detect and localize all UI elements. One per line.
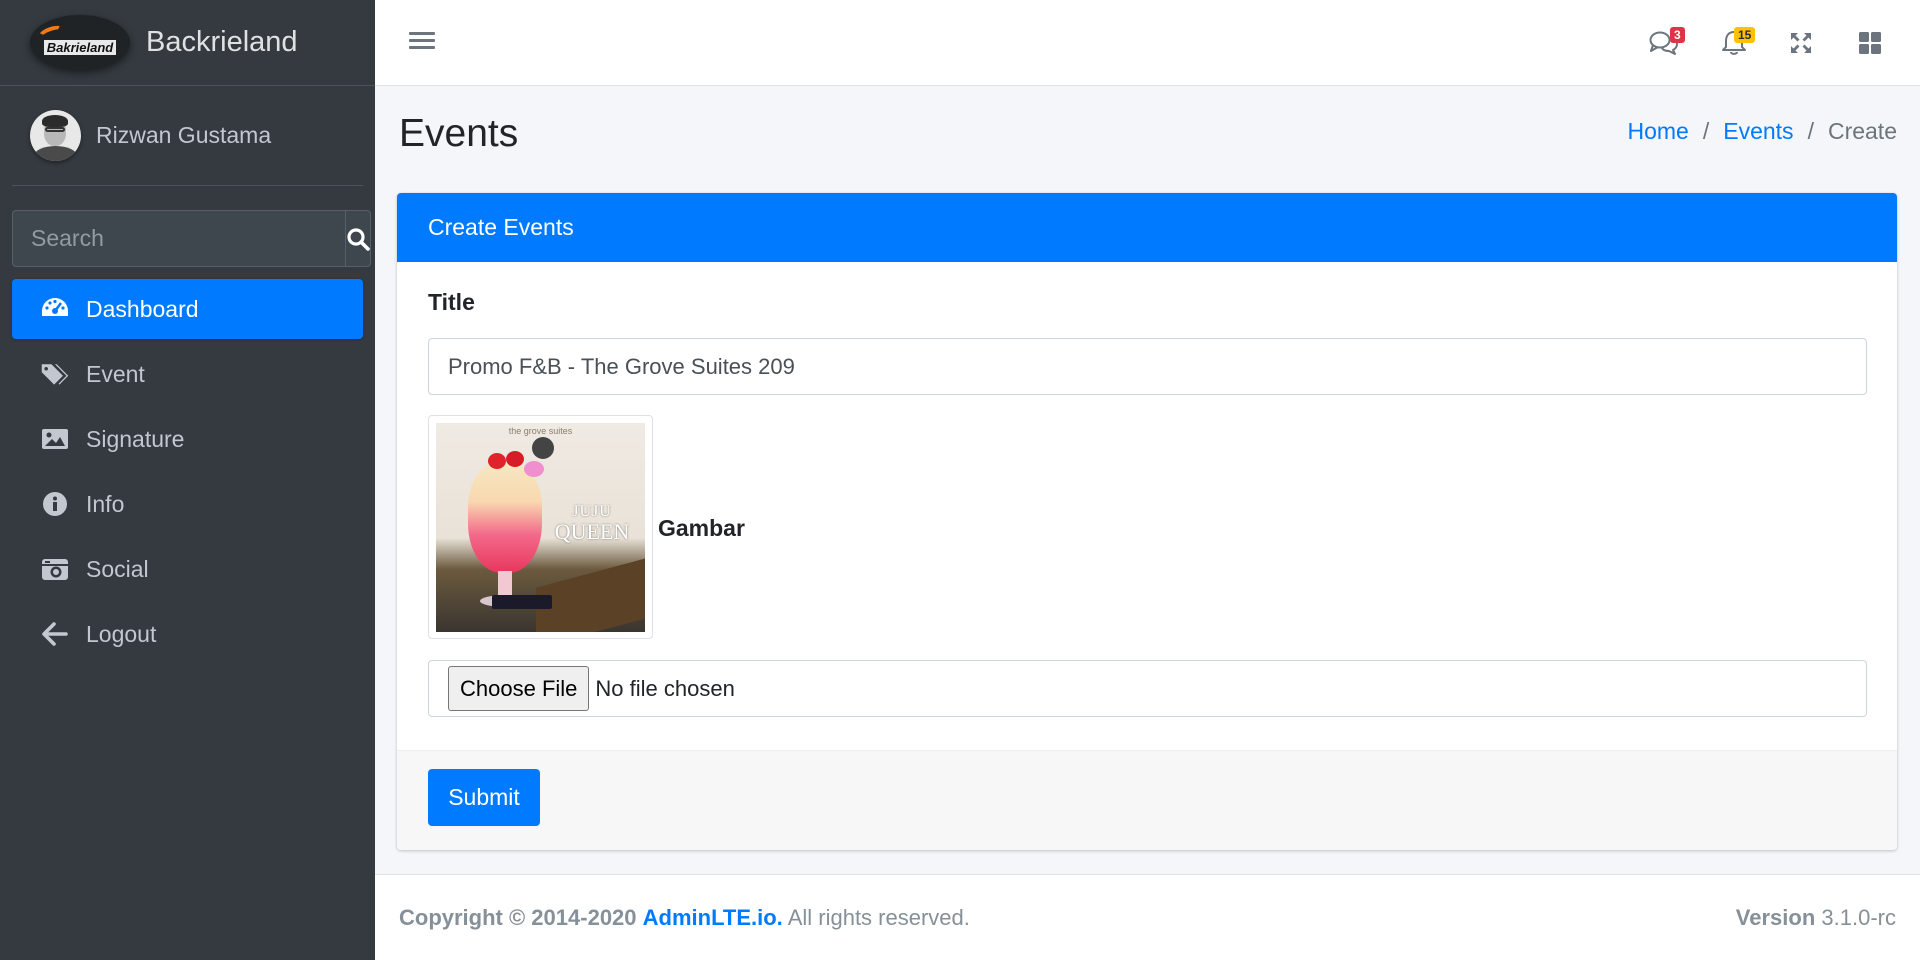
sidebar-item-label: Social [86, 555, 149, 582]
expand-arrows-icon [1791, 33, 1811, 53]
choose-file-button[interactable]: Choose File [448, 666, 590, 711]
breadcrumb: Home / Events / Create [1627, 118, 1897, 145]
breadcrumb-events[interactable]: Events [1723, 118, 1793, 145]
copyright-prefix: Copyright © 2014-2020 [399, 905, 637, 930]
search-button[interactable] [345, 210, 371, 267]
version-info: Version 3.1.0-rc [1736, 905, 1896, 931]
tags-icon [40, 359, 70, 389]
breadcrumb-separator: / [1807, 118, 1814, 144]
main-footer: Copyright © 2014-2020 AdminLTE.io. All r… [375, 874, 1920, 960]
menu-toggle-icon[interactable] [409, 28, 435, 54]
camera-retro-icon [40, 554, 70, 584]
brand-link[interactable]: Bakrieland Backrieland [0, 0, 375, 86]
sidebar-item-label: Info [86, 490, 125, 517]
title-input[interactable] [428, 338, 1867, 395]
breadcrumb-separator: / [1702, 118, 1710, 144]
notifications-badge: 15 [1734, 27, 1756, 43]
image-icon [40, 424, 70, 454]
submit-button[interactable]: Submit [428, 769, 540, 826]
logo-text: Bakrieland [43, 40, 117, 55]
image-text-line2: QUEEN [554, 519, 630, 544]
sidebar-item-logout[interactable]: Logout [12, 604, 363, 664]
breadcrumb-home[interactable]: Home [1627, 118, 1688, 145]
fullscreen-button[interactable] [1781, 24, 1821, 62]
image-brand-text: the grove suites [508, 426, 573, 436]
file-input[interactable]: Choose File No file chosen [428, 660, 1867, 717]
sidebar-item-label: Dashboard [86, 295, 199, 322]
messages-badge: 3 [1670, 27, 1685, 43]
arrow-left-icon [40, 619, 70, 649]
messages-button[interactable]: 3 [1644, 24, 1685, 62]
user-panel[interactable]: Rizwan Gustama [12, 86, 363, 186]
th-large-icon [1859, 32, 1881, 54]
content-header: Events Home / Events / Create [399, 104, 1897, 164]
user-name[interactable]: Rizwan Gustama [96, 122, 271, 149]
avatar [30, 110, 81, 161]
image-preview: the grove suites JUJU QUEEN [428, 415, 653, 639]
breadcrumb-current: Create [1827, 118, 1897, 144]
brand-logo: Bakrieland [30, 15, 130, 70]
card-header: Create Events [397, 193, 1897, 262]
sidebar-item-info[interactable]: Info [12, 474, 363, 534]
sidebar-nav: Dashboard Event Signature Info Social Lo… [12, 279, 363, 664]
copyright: Copyright © 2014-2020 AdminLTE.io. All r… [399, 905, 970, 931]
sidebar-search [12, 210, 371, 267]
sidebar-item-signature[interactable]: Signature [12, 409, 363, 469]
sidebar-item-label: Event [86, 360, 145, 387]
create-events-card: Create Events Title the grove suites JUJ… [397, 193, 1897, 850]
tachometer-icon [40, 294, 70, 324]
event-image: the grove suites JUJU QUEEN [436, 423, 645, 632]
adminlte-link[interactable]: AdminLTE.io. [643, 905, 783, 930]
notifications-button[interactable]: 15 [1714, 24, 1756, 62]
sidebar-item-dashboard[interactable]: Dashboard [12, 279, 363, 339]
version-value: 3.1.0-rc [1821, 905, 1896, 930]
info-circle-icon [40, 489, 70, 519]
sidebar-item-label: Logout [86, 620, 157, 647]
card-body: Title the grove suites JUJU QUEEN Gambar… [397, 262, 1897, 750]
search-icon [347, 227, 370, 251]
version-label: Version [1735, 905, 1816, 930]
main-sidebar: Bakrieland Backrieland Rizwan Gustama Se… [0, 0, 375, 960]
brand-name: Backrieland [146, 26, 298, 58]
card-title: Create Events [428, 214, 574, 240]
top-navbar: 3 15 [375, 0, 1920, 86]
control-sidebar-button[interactable] [1850, 24, 1890, 62]
copyright-suffix: All rights reserved. [787, 905, 970, 930]
sidebar-item-event[interactable]: Event [12, 344, 363, 404]
image-label: Gambar [658, 515, 745, 541]
sidebar-item-social[interactable]: Social [12, 539, 363, 599]
file-status: No file chosen [595, 675, 735, 701]
search-input[interactable] [12, 210, 345, 267]
sidebar-item-label: Signature [86, 425, 185, 452]
title-label: Title [428, 289, 475, 315]
card-footer: Submit [397, 750, 1897, 850]
